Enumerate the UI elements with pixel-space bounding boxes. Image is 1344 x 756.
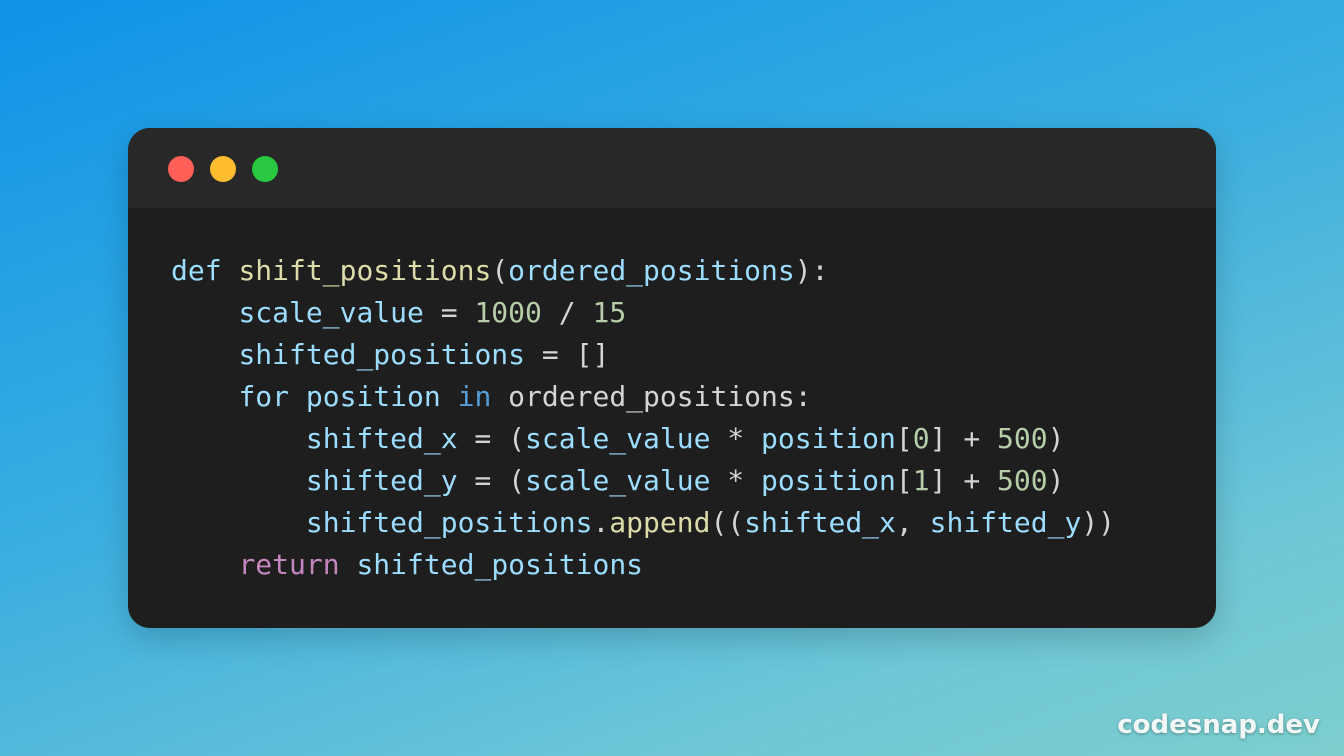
code-token: = ( <box>457 422 526 455</box>
code-token: 500 <box>997 422 1048 455</box>
code-token: = <box>423 296 475 329</box>
code-token: [ <box>895 464 913 497</box>
code-line: shifted_positions = [] <box>171 334 1115 376</box>
maximize-window-button[interactable] <box>252 156 278 182</box>
code-token: ) <box>1047 464 1065 497</box>
code-line: shifted_x = (scale_value * position[0] +… <box>171 418 1115 460</box>
code-token: . <box>592 506 610 539</box>
code-token: = [] <box>525 338 610 371</box>
code-token: 500 <box>997 464 1048 497</box>
window-titlebar <box>128 128 1216 208</box>
code-token: ( <box>491 254 509 287</box>
code-line: shifted_positions.append((shifted_x, shi… <box>171 502 1115 544</box>
minimize-window-button[interactable] <box>210 156 236 182</box>
code-token: shifted_x <box>744 506 896 539</box>
code-token: return <box>238 548 340 581</box>
code-token: [ <box>895 422 913 455</box>
code-token: * <box>710 422 762 455</box>
code-token: 1 <box>912 464 930 497</box>
code-token: append <box>609 506 711 539</box>
code-line: return shifted_positions <box>171 544 1115 586</box>
code-token: shift_positions <box>238 254 492 287</box>
code-token: in <box>457 380 492 413</box>
code-line: shifted_y = (scale_value * position[1] +… <box>171 460 1115 502</box>
code-token: shifted_y <box>305 464 458 497</box>
code-token: shifted_positions <box>305 506 593 539</box>
code-token: ) <box>1047 422 1065 455</box>
code-token: def <box>171 254 222 287</box>
code-token: scale_value <box>525 464 711 497</box>
code-token: (( <box>710 506 745 539</box>
code-token: 15 <box>592 296 627 329</box>
code-line: for position in ordered_positions: <box>171 376 1115 418</box>
code-token: position <box>761 422 896 455</box>
code-token: 0 <box>912 422 930 455</box>
code-token: ): <box>794 254 829 287</box>
code-token: shifted_x <box>305 422 458 455</box>
code-token: scale_value <box>525 422 711 455</box>
code-token: ordered_positions <box>508 254 795 287</box>
code-token: / <box>541 296 593 329</box>
code-token: ] + <box>929 464 998 497</box>
code-line: scale_value = 1000 / 15 <box>171 292 1115 334</box>
code-token: position <box>761 464 896 497</box>
code-token: 1000 <box>474 296 542 329</box>
close-window-button[interactable] <box>168 156 194 182</box>
code-token: scale_value <box>238 296 424 329</box>
code-token: for <box>238 380 290 413</box>
code-token: shifted_positions <box>238 338 526 371</box>
code-token: , <box>895 506 930 539</box>
code-token: shifted_y <box>929 506 1082 539</box>
code-token: position <box>305 380 441 413</box>
code-token: )) <box>1081 506 1116 539</box>
code-token: = ( <box>457 464 526 497</box>
code-line: def shift_positions(ordered_positions): <box>171 250 1115 292</box>
code-token: shifted_positions <box>356 548 644 581</box>
code-block: def shift_positions(ordered_positions): … <box>171 250 1115 586</box>
code-token: ] + <box>929 422 998 455</box>
watermark-brand: codesnap.dev <box>1117 710 1320 740</box>
code-token: ordered_positions: <box>508 380 812 413</box>
code-window: def shift_positions(ordered_positions): … <box>128 128 1216 628</box>
code-token: * <box>710 464 762 497</box>
